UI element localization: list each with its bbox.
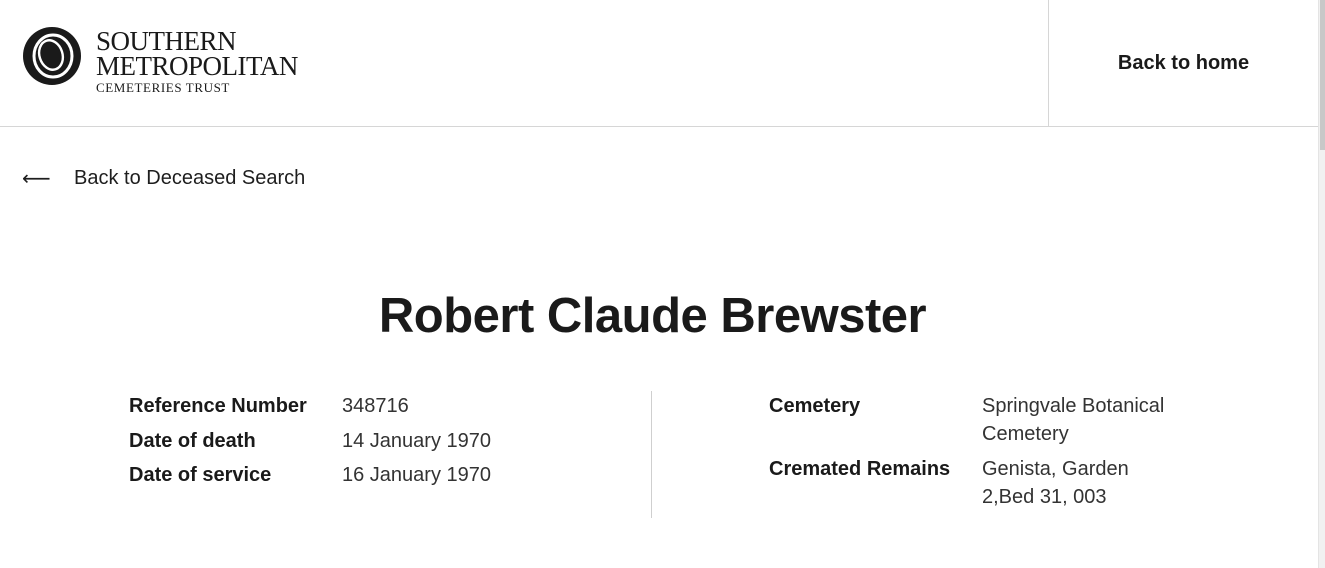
detail-value: 14 January 1970	[342, 429, 492, 452]
detail-row-cremated-remains: Cremated Remains Genista, Garden 2,Bed 3…	[769, 455, 1219, 511]
site-header: SOUTHERN METROPOLITAN CEMETERIES TRUST B…	[0, 0, 1318, 127]
smct-logo-icon	[23, 27, 81, 85]
page: SOUTHERN METROPOLITAN CEMETERIES TRUST B…	[0, 0, 1325, 568]
logo-line-cemeteries-trust: CEMETERIES TRUST	[96, 80, 230, 95]
detail-label: Cremated Remains	[769, 458, 951, 480]
details-column-divider	[651, 391, 652, 518]
detail-label: Date of service	[129, 464, 272, 486]
detail-value: Springvale Botanical Cemetery	[982, 395, 1165, 445]
detail-label: Reference Number	[129, 395, 307, 417]
record-details-location: Cemetery Springvale Botanical Cemetery C…	[769, 392, 1219, 518]
detail-row-date-of-death: Date of death 14 January 1970	[129, 427, 629, 462]
detail-value: 348716	[342, 395, 409, 417]
smct-logo-wordmark: SOUTHERN METROPOLITAN CEMETERIES TRUST	[96, 28, 298, 96]
back-to-search-link[interactable]: ⟵ Back to Deceased Search	[22, 166, 305, 191]
smct-logo-link[interactable]: SOUTHERN METROPOLITAN CEMETERIES TRUST	[22, 26, 322, 98]
detail-row-cemetery: Cemetery Springvale Botanical Cemetery	[769, 392, 1219, 448]
arrow-left-icon: ⟵	[22, 168, 51, 190]
detail-label: Cemetery	[769, 395, 861, 417]
detail-row-reference-number: Reference Number 348716	[129, 392, 629, 427]
detail-label: Date of death	[129, 429, 256, 452]
deceased-name-heading: Robert Claude Brewster	[378, 289, 927, 343]
back-to-search-label: Back to Deceased Search	[74, 167, 306, 189]
detail-row-date-of-service: Date of service 16 January 1970	[129, 461, 629, 496]
detail-value: Genista, Garden 2,Bed 31, 003	[982, 458, 1129, 508]
record-details-primary: Reference Number 348716 Date of death 14…	[129, 392, 629, 496]
detail-value: 16 January 1970	[342, 464, 492, 486]
scrollbar-thumb[interactable]	[1320, 0, 1325, 150]
logo-line-metropolitan: METROPOLITAN	[96, 51, 298, 81]
page-scrollbar[interactable]	[1318, 0, 1325, 568]
back-to-home-link[interactable]: Back to home	[1049, 0, 1318, 126]
